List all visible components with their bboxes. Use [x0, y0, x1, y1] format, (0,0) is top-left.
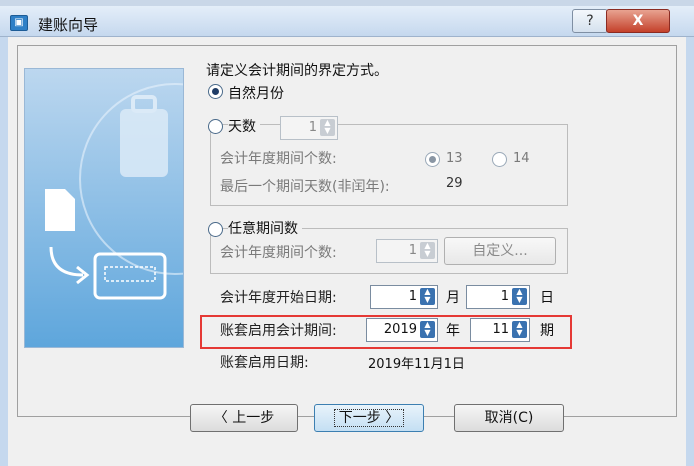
natural-month-radio[interactable] — [208, 84, 223, 99]
day-unit-label: 日 — [540, 290, 554, 306]
period-13-radio[interactable] — [425, 152, 440, 167]
period-13-label: 13 — [446, 151, 463, 166]
days-radio[interactable] — [208, 119, 223, 134]
start-month-stepper[interactable]: 1 ▲ ▼ — [370, 285, 438, 309]
spinner-arrows-icon[interactable]: ▲ ▼ — [420, 321, 435, 338]
period-unit-label: 期 — [540, 323, 554, 339]
custom-period-count-label: 会计年度期间个数: — [220, 245, 337, 261]
title-bar: ▣ 建账向导 ? X — [0, 6, 694, 37]
days-period-count-label: 会计年度期间个数: — [220, 151, 337, 167]
natural-month-label[interactable]: 自然月份 — [228, 83, 284, 103]
period-14-radio[interactable] — [492, 152, 507, 167]
custom-period-stepper-value: 1 — [408, 243, 417, 258]
next-button-label: 下一步 〉 — [333, 409, 405, 427]
window-frame-left — [0, 37, 8, 466]
days-label[interactable]: 天数 — [228, 116, 260, 136]
custom-periods-label[interactable]: 任意期间数 — [228, 218, 302, 238]
month-unit-label: 月 — [446, 290, 460, 306]
spinner-arrows-icon[interactable]: ▲ ▼ — [320, 119, 335, 136]
days-stepper-value: 1 — [308, 120, 317, 135]
wizard-illustration — [24, 68, 184, 348]
enable-date-label: 账套启用日期: — [220, 355, 309, 371]
document-icon — [45, 189, 75, 231]
close-button[interactable]: X — [606, 9, 670, 33]
fiscal-year-start-label: 会计年度开始日期: — [220, 290, 337, 306]
enable-period-value: 11 — [492, 322, 509, 337]
start-month-value: 1 — [408, 289, 417, 304]
wizard-illustration-graphic — [45, 83, 183, 300]
days-stepper[interactable]: 1 ▲ ▼ — [280, 116, 338, 140]
enable-period-label: 账套启用会计期间: — [220, 323, 337, 339]
cancel-button[interactable]: 取消(C) — [454, 404, 564, 432]
start-day-stepper[interactable]: 1 ▲ ▼ — [466, 285, 530, 309]
period-14-label: 14 — [513, 151, 530, 166]
enable-date-value: 2019年11月1日 — [368, 357, 465, 372]
keyboard-icon — [93, 252, 167, 300]
help-button[interactable]: ? — [572, 9, 608, 33]
custom-periods-radio[interactable] — [208, 222, 223, 237]
spinner-arrows-icon[interactable]: ▲ ▼ — [512, 321, 527, 338]
spinner-arrows-icon[interactable]: ▲ ▼ — [420, 242, 435, 259]
last-period-days-label: 最后一个期间天数(非闰年): — [220, 179, 390, 195]
start-day-value: 1 — [500, 289, 509, 304]
prev-button[interactable]: 〈 上一步 — [190, 404, 298, 432]
year-unit-label: 年 — [446, 323, 460, 339]
instruction-text: 请定义会计期间的界定方式。 — [206, 63, 388, 79]
next-button[interactable]: 下一步 〉 — [314, 404, 424, 432]
window-frame-right — [686, 37, 694, 466]
briefcase-icon — [120, 109, 168, 177]
custom-period-stepper[interactable]: 1 ▲ ▼ — [376, 239, 438, 263]
last-period-days-value: 29 — [446, 176, 463, 191]
enable-year-value: 2019 — [383, 322, 417, 337]
define-button[interactable]: 自定义... — [444, 237, 556, 265]
window-title: 建账向导 — [38, 16, 99, 34]
enable-period-stepper[interactable]: 11 ▲ ▼ — [470, 318, 530, 342]
app-icon: ▣ — [10, 15, 28, 31]
enable-year-stepper[interactable]: 2019 ▲ ▼ — [366, 318, 438, 342]
spinner-arrows-icon[interactable]: ▲ ▼ — [420, 288, 435, 305]
spinner-arrows-icon[interactable]: ▲ ▼ — [512, 288, 527, 305]
